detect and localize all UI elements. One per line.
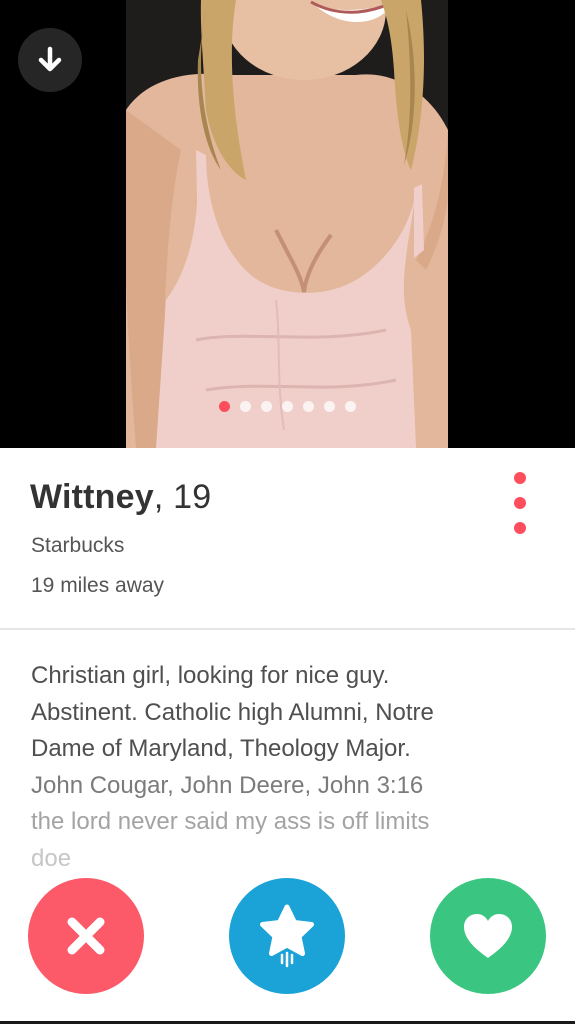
bio-line: Christian girl, looking for nice guy. — [31, 662, 390, 689]
photo-illustration — [126, 0, 448, 448]
photo-dot[interactable] — [261, 401, 272, 412]
superlike-button[interactable] — [229, 878, 345, 994]
photo-dot[interactable] — [324, 401, 335, 412]
more-vertical-icon — [514, 472, 526, 484]
close-profile-button[interactable] — [18, 28, 82, 92]
profile-job: Starbucks — [31, 534, 125, 557]
more-options-button[interactable] — [500, 470, 540, 536]
profile-bio: Christian girl, looking for nice guy. Ab… — [31, 658, 561, 877]
photo-dot[interactable] — [282, 401, 293, 412]
photo-dot[interactable] — [303, 401, 314, 412]
bio-line: Abstinent. Catholic high Alumni, Notre — [31, 698, 434, 726]
profile-photo[interactable] — [126, 0, 448, 448]
section-divider — [0, 628, 575, 630]
star-icon — [260, 904, 314, 968]
photo-dot[interactable] — [240, 401, 251, 412]
profile-distance: 19 miles away — [31, 574, 165, 597]
close-icon — [67, 917, 105, 955]
profile-header: Wittney, 19 Starbucks 19 miles away — [0, 448, 575, 630]
name-age-heading: Wittney, 19 — [30, 478, 212, 516]
profile-name: Wittney — [30, 478, 154, 516]
bio-line: the lord never said my ass is off limits — [31, 808, 430, 835]
action-bar — [0, 866, 575, 1024]
photo-indicator — [0, 401, 575, 413]
heart-icon — [464, 914, 512, 958]
bio-line: Dame of Maryland, Theology Major. — [31, 735, 411, 762]
photo-dot-active[interactable] — [219, 401, 230, 412]
profile-age: 19 — [173, 478, 212, 516]
nope-button[interactable] — [28, 878, 144, 994]
photo-dot[interactable] — [345, 401, 356, 412]
profile-photo-area[interactable] — [0, 0, 575, 448]
bio-line: John Cougar, John Deere, John 3:16 — [31, 771, 424, 799]
like-button[interactable] — [430, 878, 546, 994]
arrow-down-icon — [38, 46, 62, 72]
